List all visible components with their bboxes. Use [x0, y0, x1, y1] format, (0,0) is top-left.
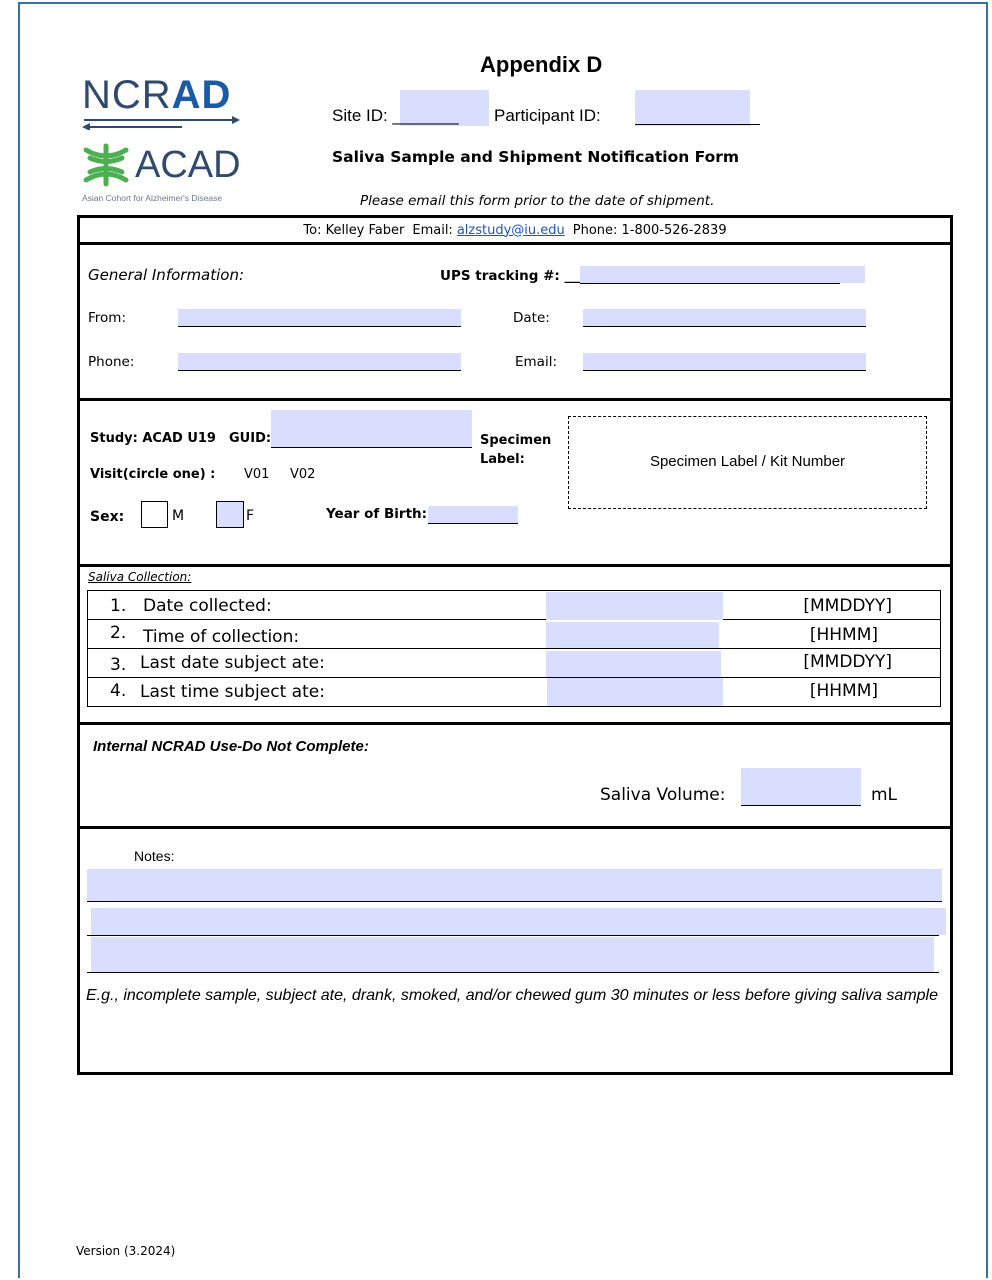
acad-leaf-icon — [83, 143, 129, 187]
notes-field-3[interactable] — [91, 937, 934, 972]
divider-4 — [77, 722, 953, 725]
acad-logo: ACAD — [135, 144, 241, 186]
ncrad-logo: NCRAD — [82, 73, 232, 117]
email-underline — [583, 370, 866, 371]
saliva-row-num: 2. — [110, 623, 127, 643]
yob-label: Year of Birth: — [326, 506, 428, 522]
notes-underline-1 — [87, 901, 942, 902]
study-label: Study: ACAD U19 — [90, 431, 216, 446]
saliva-row: 1. Date collected: [MMDDYY] — [87, 590, 941, 620]
date-collected-field[interactable] — [546, 592, 723, 620]
saliva-row-num: 4. — [110, 681, 127, 701]
notes-example: E.g., incomplete sample, subject ate, dr… — [86, 987, 938, 1004]
contact-email-label: Email: — [412, 222, 453, 238]
sex-m-checkbox[interactable] — [141, 501, 168, 528]
last-time-ate-field[interactable] — [547, 678, 723, 706]
site-id-label: Site ID: _______ — [332, 106, 459, 125]
form-title: Saliva Sample and Shipment Notification … — [332, 148, 740, 166]
saliva-volume-unit: mL — [871, 785, 898, 805]
version-label: Version (3.2024) — [76, 1244, 176, 1258]
saliva-volume-label: Saliva Volume: — [600, 785, 726, 805]
contact-email-link[interactable]: alzstudy@iu.edu — [457, 223, 565, 238]
saliva-row-num: 3. — [110, 655, 127, 675]
notes-label: Notes: — [134, 848, 175, 864]
yob-underline — [428, 523, 518, 524]
phone-label: Phone: — [88, 354, 135, 370]
guid-field[interactable] — [271, 410, 472, 448]
visit-v02[interactable]: V02 — [290, 467, 315, 482]
internal-heading: Internal NCRAD Use-Do Not Complete: — [93, 738, 369, 755]
saliva-table: 1. Date collected: [MMDDYY] 2. Time of col… — [87, 590, 941, 707]
saliva-row-unit: [MMDDYY] — [803, 596, 892, 616]
visit-label: Visit(circle one) : — [90, 467, 216, 482]
saliva-row-label: Last date subject ate: — [140, 653, 325, 673]
contact-row: To: Kelley Faber Email: alzstudy@iu.edu … — [77, 217, 953, 243]
divider-1 — [77, 242, 953, 245]
email-label: Email: — [515, 354, 558, 370]
divider-3 — [77, 564, 953, 567]
saliva-row-label: Last time subject ate: — [140, 682, 325, 702]
acad-subtitle: Asian Cohort for Alzheimer's Disease — [82, 193, 223, 203]
sex-f-label: F — [246, 508, 255, 524]
phone-underline — [178, 370, 461, 371]
date-underline — [583, 326, 866, 327]
date-label: Date: — [513, 310, 550, 326]
saliva-row-num: 1. — [110, 596, 127, 616]
notes-underline-3 — [87, 972, 939, 973]
email-note: Please email this form prior to the date… — [360, 193, 715, 209]
time-collection-field[interactable] — [546, 622, 719, 648]
from-label: From: — [88, 310, 126, 326]
saliva-row-unit: [HHMM] — [809, 625, 878, 645]
saliva-row-label: Date collected: — [143, 596, 272, 616]
saliva-row-label: Time of collection: — [143, 627, 300, 647]
saliva-volume-underline — [741, 805, 861, 806]
ups-label: UPS tracking #: ___ — [440, 268, 585, 284]
ncrad-arrows-icon — [82, 116, 240, 130]
yob-field[interactable] — [428, 506, 518, 523]
saliva-row: 4. Last time subject ate: [HHMM] — [87, 677, 941, 707]
saliva-row-unit: [HHMM] — [809, 681, 878, 701]
sex-m-label: M — [172, 508, 185, 524]
email-field[interactable] — [583, 353, 866, 370]
date-field[interactable] — [583, 309, 866, 326]
saliva-heading: Saliva Collection: — [88, 570, 192, 584]
sex-label: Sex: — [90, 509, 125, 525]
from-field[interactable] — [178, 309, 461, 326]
guid-underline — [271, 447, 472, 448]
ups-tracking-field[interactable] — [580, 266, 865, 283]
notes-field-1[interactable] — [87, 869, 942, 901]
general-heading: General Information: — [88, 266, 245, 284]
saliva-row: 2. Time of collection: [HHMM] — [87, 619, 941, 649]
specimen-box-text: Specimen Label / Kit Number — [649, 453, 846, 470]
saliva-row: 3. Last date subject ate: [MMDDYY] — [87, 648, 941, 678]
specimen-label: Specimen Label: — [480, 433, 552, 467]
page-title: Appendix D — [480, 52, 603, 77]
from-underline — [178, 326, 461, 327]
phone-field[interactable] — [178, 353, 461, 370]
participant-id-field[interactable] — [635, 90, 750, 126]
visit-v01[interactable]: V01 — [244, 467, 269, 482]
notes-field-2[interactable] — [91, 908, 946, 935]
sex-f-checkbox[interactable] — [216, 501, 244, 528]
saliva-row-unit: [MMDDYY] — [803, 652, 892, 672]
last-date-ate-field[interactable] — [546, 651, 721, 677]
saliva-volume-field[interactable] — [741, 768, 861, 806]
ups-underline — [580, 283, 840, 284]
contact-to: To: Kelley Faber — [303, 222, 405, 238]
guid-label: GUID: — [229, 431, 272, 446]
notes-underline-2 — [87, 935, 939, 936]
participant-id-label: Participant ID: — [494, 106, 601, 125]
contact-phone: Phone: 1-800-526-2839 — [572, 222, 727, 238]
participant-id-underline — [635, 124, 760, 125]
divider-2 — [77, 398, 953, 401]
divider-5 — [77, 826, 953, 829]
